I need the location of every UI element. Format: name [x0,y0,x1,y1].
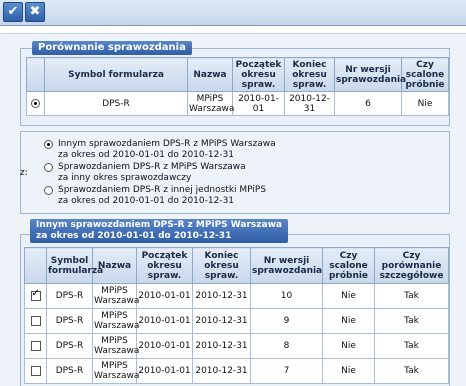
cell-version: 7 [250,358,323,384]
row-checkbox[interactable] [30,365,41,376]
row-checkbox[interactable] [30,289,41,301]
cell-name: MPiPS Warszawa [92,308,139,334]
cell-merged: Nie [322,358,375,384]
row-checkbox[interactable] [30,315,41,326]
cancel-button[interactable]: ✖ [25,2,45,22]
other-reports-table: Symbol formularza Nazwa Początek okresu … [24,247,449,384]
detailed-column-header[interactable]: Czy porównanie szczegółowe [374,247,449,284]
cell-merged: Nie [322,283,375,309]
cell-merged: Nie [401,91,449,116]
option-other-period-radio[interactable] [44,163,53,172]
start-column-header[interactable]: Początek okresu spraw. [136,247,193,284]
check-column-header [24,247,47,284]
cell-merged: Nie [322,333,375,359]
option-same-period-radio[interactable] [44,140,53,149]
merged-column-header[interactable]: Czy scalone próbnie [322,247,375,284]
cell-name: MPiPS Warszawa [92,283,139,309]
cell-symbol: DPS-R [46,308,93,334]
cell-end: 2010-12-31 [192,308,251,334]
comparison-row-radio[interactable] [31,98,40,108]
end-column-header[interactable]: Koniec okresu spraw. [284,57,335,92]
cell-symbol: DPS-R [44,91,188,116]
comparison-row[interactable]: DPS-R MPiPS Warszawa 2010-01-01 2010-12-… [26,91,449,116]
compare-with-label: z: [20,168,28,178]
cell-version: 6 [334,91,402,116]
cell-version: 10 [250,283,323,309]
option-other-period-line1: Sprawozdaniem DPS-R z MPiPS Warszawa [58,162,246,172]
cell-merged: Nie [322,308,375,334]
cell-detailed: Tak [374,308,449,334]
end-column-header[interactable]: Koniec okresu spraw. [192,247,251,284]
symbol-column-header[interactable]: Symbol formularza [44,57,188,92]
table-row[interactable]: DPS-R MPiPS Warszawa 2010-01-01 2010-12-… [24,333,449,359]
table-row[interactable]: DPS-R MPiPS Warszawa 2010-01-01 2010-12-… [24,283,449,309]
option-other-unit-line1: Sprawozdaniem DPS-R z innej jednostki MP… [58,185,267,195]
check-icon: ✔ [7,4,19,19]
cell-detailed: Tak [374,283,449,309]
symbol-column-header[interactable]: Symbol formularza [46,247,103,284]
cell-end: 2010-12-31 [192,283,251,309]
table-row[interactable]: DPS-R MPiPS Warszawa 2010-01-01 2010-12-… [24,308,449,334]
start-column-header[interactable]: Początek okresu spraw. [232,57,285,92]
close-icon: ✖ [29,4,41,19]
other-reports-legend-line2: za okres od 2010-01-01 do 2010-12-31 [36,231,232,241]
version-column-header[interactable]: Nr wersji sprawozdania [250,247,323,284]
option-other-period-line2: za inny okres sprawozdawczy [58,173,192,183]
cell-start: 2010-01-01 [136,283,193,309]
option-other-unit-line2: za okres od 2010-01-01 do 2010-12-31 [58,196,235,206]
comparison-header-row: Symbol formularza Nazwa Początek okresu … [26,57,449,92]
cell-symbol: DPS-R [46,333,93,359]
merged-column-header[interactable]: Czy scalone próbnie [401,57,449,92]
table-row[interactable]: DPS-R MPiPS Warszawa 2010-01-01 2010-12-… [24,358,449,384]
comparison-legend: Porównanie sprawozdania [32,41,192,55]
cell-version: 9 [250,308,323,334]
cell-symbol: DPS-R [46,358,93,384]
cell-symbol: DPS-R [46,283,93,309]
cell-name: MPiPS Warszawa [92,333,139,359]
option-same-period-line2: za okres od 2010-01-01 do 2010-12-31 [58,150,235,160]
version-column-header[interactable]: Nr wersji sprawozdania [334,57,406,92]
row-checkbox[interactable] [30,340,41,351]
cell-start: 2010-01-01 [136,308,193,334]
cell-start: 2010-01-01 [232,91,285,116]
cell-end: 2010-12-31 [192,333,251,359]
cell-detailed: Tak [374,358,449,384]
confirm-button[interactable]: ✔ [3,2,23,22]
other-reports-legend: Innym sprawozdaniem DPS-R z MPiPS Warsza… [30,219,288,243]
cell-end: 2010-12-31 [284,91,335,116]
option-same-period-line1: Innym sprawozdaniem DPS-R z MPiPS Warsza… [58,139,276,149]
other-reports-legend-line1: Innym sprawozdaniem DPS-R z MPiPS Warsza… [36,220,282,230]
toolbar: ✔ ✖ [0,0,466,26]
comparison-table: Symbol formularza Nazwa Początek okresu … [26,57,449,116]
cell-version: 8 [250,333,323,359]
select-column-header [26,57,45,92]
cell-end: 2010-12-31 [192,358,251,384]
name-column-header[interactable]: Nazwa [92,247,137,284]
cell-name: MPiPS Warszawa [187,91,235,116]
cell-name: MPiPS Warszawa [92,358,139,384]
cell-start: 2010-01-01 [136,358,193,384]
cell-detailed: Tak [374,333,449,359]
name-column-header[interactable]: Nazwa [187,57,233,92]
cell-start: 2010-01-01 [136,333,193,359]
separator-band [0,26,466,34]
other-reports-header-row: Symbol formularza Nazwa Początek okresu … [24,247,449,284]
option-other-unit-radio[interactable] [44,186,53,195]
